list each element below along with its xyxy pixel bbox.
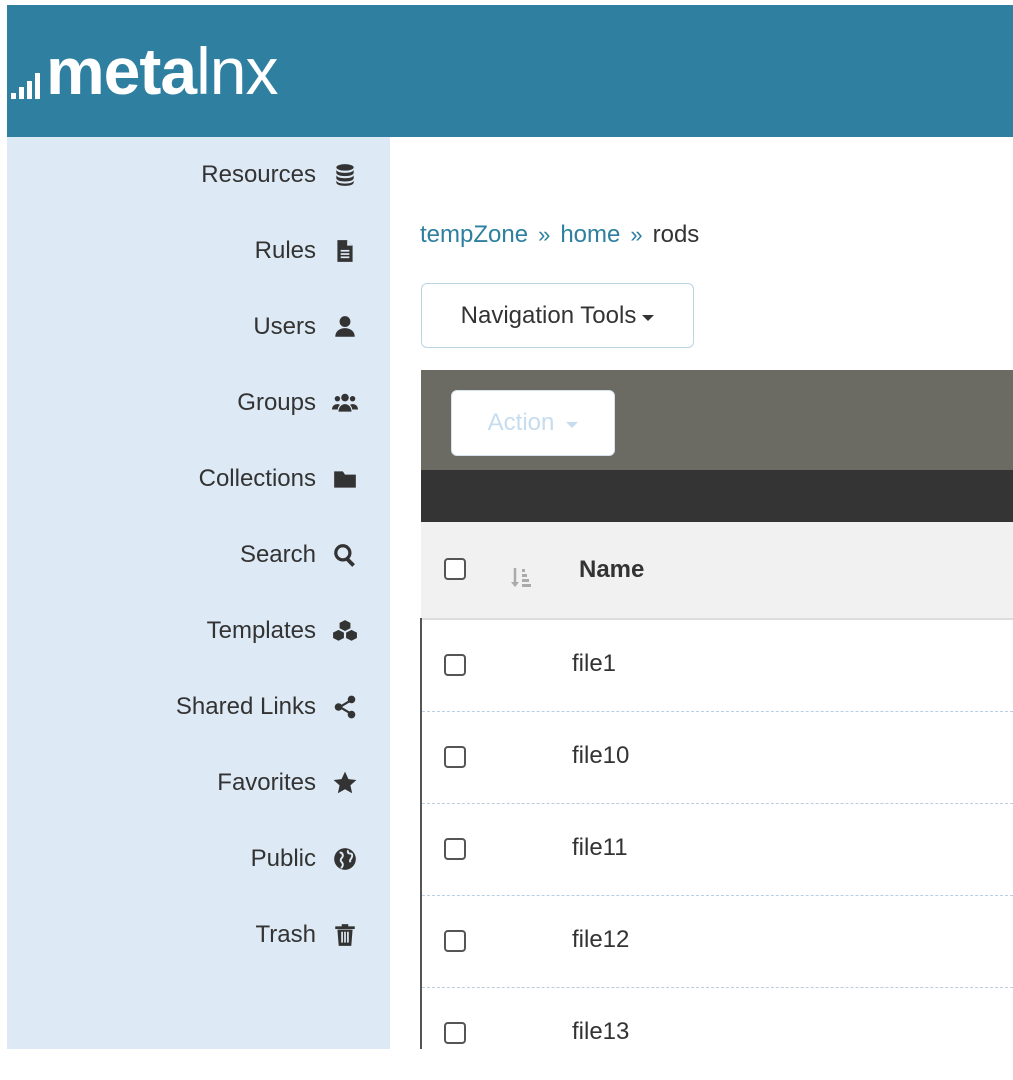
caret-down-icon — [566, 422, 579, 428]
file-name-link[interactable]: file12 — [572, 926, 629, 954]
breadcrumb-link-zone[interactable]: tempZone — [420, 221, 528, 249]
file-name-link[interactable]: file10 — [572, 742, 629, 770]
navigation-tools-dropdown[interactable]: Navigation Tools — [421, 283, 694, 348]
sidebar-item-rules[interactable]: Rules — [255, 231, 360, 271]
sidebar-item-label: Templates — [206, 617, 316, 644]
row-checkbox[interactable] — [444, 930, 466, 952]
breadcrumb: tempZone » home » rods — [420, 218, 699, 252]
metalnx-logo[interactable]: metalnx — [11, 31, 278, 111]
sidebar-item-templates[interactable]: Templates — [207, 611, 360, 651]
select-all-checkbox[interactable] — [444, 558, 466, 580]
sidebar-item-label: Shared Links — [175, 693, 316, 720]
logo-text-bold: meta — [46, 34, 197, 108]
caret-down-icon — [642, 314, 655, 321]
breadcrumb-current: rods — [652, 221, 700, 248]
sidebar-item-resources[interactable]: Resources — [201, 155, 360, 195]
sidebar-item-collections[interactable]: Collections — [199, 459, 360, 499]
sidebar-item-label: Public — [250, 845, 316, 872]
table-row[interactable]: file12 — [422, 896, 1013, 988]
logo-bars-icon — [11, 73, 40, 99]
trash-icon — [330, 920, 360, 950]
table-toolbar-bar — [421, 470, 1013, 522]
sidebar-item-label: Favorites — [217, 769, 316, 796]
sidebar-item-label: Trash — [255, 921, 316, 948]
star-icon — [330, 768, 360, 798]
sidebar-item-label: Collections — [198, 465, 316, 492]
row-checkbox[interactable] — [444, 654, 466, 676]
search-icon — [330, 540, 360, 570]
app-header: metalnx — [7, 5, 1013, 137]
sidebar-item-shared-links[interactable]: Shared Links — [176, 687, 360, 727]
action-dropdown-button[interactable]: Action — [451, 390, 615, 456]
row-checkbox[interactable] — [444, 1022, 466, 1044]
database-icon — [330, 160, 360, 190]
file-icon — [330, 236, 360, 266]
file-name-link[interactable]: file1 — [572, 650, 616, 678]
breadcrumb-link-home[interactable]: home — [560, 221, 620, 249]
sidebar-item-label: Users — [253, 313, 316, 340]
sidebar-item-label: Search — [239, 541, 316, 568]
column-header-name[interactable]: Name — [579, 556, 644, 584]
sidebar-item-search[interactable]: Search — [240, 535, 360, 575]
row-checkbox[interactable] — [444, 746, 466, 768]
breadcrumb-separator: » — [538, 222, 551, 247]
share-icon — [330, 692, 360, 722]
sidebar-item-public[interactable]: Public — [251, 839, 360, 879]
sidebar: Resources Rules Users Groups Collections… — [7, 137, 390, 1049]
file-name-link[interactable]: file13 — [572, 1018, 629, 1046]
sidebar-item-groups[interactable]: Groups — [237, 383, 360, 423]
sidebar-item-favorites[interactable]: Favorites — [217, 763, 360, 803]
file-name-link[interactable]: file11 — [572, 834, 628, 862]
logo-text-light: lnx — [196, 34, 278, 108]
action-label: Action — [487, 409, 555, 436]
folder-icon — [330, 464, 360, 494]
sidebar-item-label: Rules — [254, 237, 316, 264]
sidebar-item-trash[interactable]: Trash — [256, 915, 360, 955]
sort-icon[interactable] — [510, 564, 532, 592]
table-row[interactable]: file10 — [422, 712, 1013, 804]
navigation-tools-label: Navigation Tools — [460, 301, 637, 329]
cubes-icon — [330, 616, 360, 646]
table-row[interactable]: file13 — [422, 988, 1013, 1080]
logo-text: metalnx — [46, 31, 278, 111]
table-row[interactable]: file1 — [422, 620, 1013, 712]
users-group-icon — [330, 388, 360, 418]
page-margin — [0, 0, 7, 1049]
sidebar-item-label: Groups — [237, 389, 316, 416]
user-icon — [330, 312, 360, 342]
row-checkbox[interactable] — [444, 838, 466, 860]
sidebar-item-label: Resources — [201, 161, 316, 188]
table-row[interactable]: file11 — [422, 804, 1013, 896]
globe-icon — [330, 844, 360, 874]
sidebar-item-users[interactable]: Users — [253, 307, 360, 347]
breadcrumb-separator: » — [630, 222, 643, 247]
